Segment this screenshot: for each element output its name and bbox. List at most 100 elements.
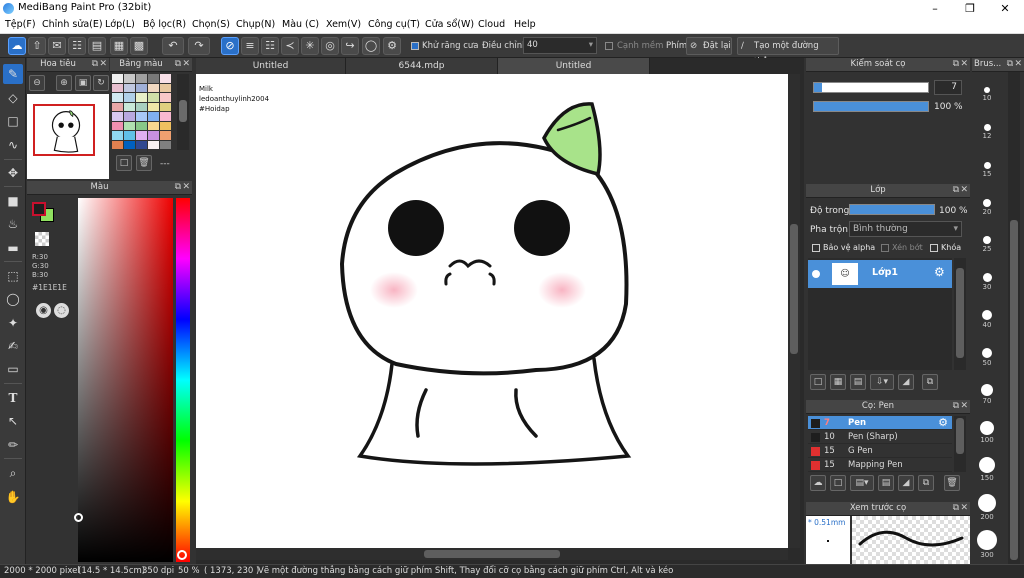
snap-parallel-icon[interactable]: ≡ (241, 37, 259, 55)
hue-slider[interactable] (176, 198, 190, 562)
snap-cross-icon[interactable]: ☷ (261, 37, 279, 55)
text-tool-icon[interactable]: T (3, 388, 23, 408)
color-swatch[interactable] (112, 121, 123, 130)
brush-size-slider[interactable] (813, 82, 929, 93)
brush-size-option[interactable]: 20 (973, 189, 1001, 216)
snap-radial-icon[interactable]: ✳ (301, 37, 319, 55)
page-icon[interactable]: ▤ (88, 37, 106, 55)
menu-layer[interactable]: Lớp(L) (105, 19, 135, 30)
folder-icon[interactable]: ◢ (898, 374, 914, 390)
close-button[interactable]: ✕ (988, 0, 1022, 17)
minimize-button[interactable]: – (918, 0, 952, 17)
color-swatch[interactable] (148, 112, 159, 121)
color-swatch[interactable] (160, 112, 171, 121)
menu-filter[interactable]: Bộ lọc(R) (143, 19, 186, 30)
select-pen-tool-icon[interactable]: ✍ (3, 336, 23, 356)
lock-checkbox[interactable] (930, 244, 938, 252)
brush-size-option[interactable]: 50 (973, 339, 1001, 367)
redo-icon[interactable]: ↷ (188, 37, 210, 55)
gear-icon[interactable]: ⚙ (934, 265, 945, 279)
color-swatch[interactable] (148, 140, 159, 149)
menu-window[interactable]: Cửa sổ(W) (425, 19, 474, 30)
color-swatch[interactable] (160, 121, 171, 130)
fit-icon[interactable]: ▣ (75, 75, 91, 91)
undo-icon[interactable]: ↶ (162, 37, 184, 55)
close-icon[interactable]: ✕ (960, 502, 968, 515)
brush-size-option[interactable]: 300 (973, 526, 1001, 559)
canvas-vertical-scrollbar[interactable] (788, 74, 800, 548)
undock-icon[interactable]: ⧉ (953, 400, 959, 413)
tab-untitled-2[interactable]: Untitled (498, 58, 650, 74)
color-swatch[interactable] (136, 74, 147, 83)
navigator-thumbnail[interactable] (27, 94, 109, 179)
eyedropper-tool-icon[interactable]: ⌕ (3, 463, 23, 483)
brush-item[interactable]: 15 G Pen (808, 444, 952, 458)
color-swatch[interactable] (136, 112, 147, 121)
snap-settings-icon[interactable]: ⚙ (383, 37, 401, 55)
brush-size-option[interactable]: 25 (973, 226, 1001, 253)
size-scrollbar[interactable] (1008, 72, 1020, 564)
undock-icon[interactable]: ⧉ (92, 58, 98, 71)
color-swatch[interactable] (136, 102, 147, 111)
brush-size-option[interactable]: 40 (973, 301, 1001, 329)
brush-size-input[interactable]: 7 (934, 80, 962, 95)
scroll-thumb[interactable] (1010, 220, 1018, 560)
new-8bit-layer-icon[interactable]: ▤ (850, 374, 866, 390)
undock-icon[interactable]: ⧉ (175, 181, 181, 194)
undock-icon[interactable]: ⧉ (953, 184, 959, 197)
duplicate-layer-icon[interactable]: ⧉ (922, 374, 938, 390)
color-swatch[interactable] (112, 131, 123, 140)
blend-mode-select[interactable]: Bình thường ▾ (849, 221, 962, 237)
color-swatch[interactable] (136, 83, 147, 92)
color-swatch[interactable] (148, 131, 159, 140)
close-icon[interactable]: ✕ (99, 58, 107, 71)
brush-size-option[interactable]: 150 (973, 451, 1001, 482)
scroll-thumb[interactable] (424, 550, 560, 558)
hand-tool-icon[interactable]: ✋ (3, 487, 23, 507)
snap-vanish-icon[interactable]: ≺ (281, 37, 299, 55)
brush-list-scrollbar[interactable] (954, 416, 966, 472)
color-swatch[interactable] (160, 102, 171, 111)
brush-item[interactable]: 15 Mapping Pen (808, 458, 952, 472)
gear-icon[interactable]: ⚙ (938, 416, 948, 430)
scroll-thumb[interactable] (956, 418, 964, 454)
brush-size-option[interactable]: 70 (973, 376, 1001, 405)
grid-icon[interactable]: ▩ (130, 37, 148, 55)
close-icon[interactable]: ✕ (182, 181, 190, 194)
saturation-value-field[interactable] (74, 198, 173, 562)
share-icon[interactable]: ⇧ (28, 37, 46, 55)
menu-capture[interactable]: Chụp(N) (236, 19, 275, 30)
brush-item[interactable]: 10 Pen (Sharp) (808, 430, 952, 444)
color-swatch[interactable] (112, 93, 123, 102)
scroll-thumb[interactable] (790, 224, 798, 354)
color-swatch[interactable] (148, 93, 159, 102)
pages-icon[interactable]: ▦ (110, 37, 128, 55)
color-swatch[interactable] (124, 102, 135, 111)
brush-size-option[interactable]: 12 (973, 114, 1001, 140)
canvas-horizontal-scrollbar[interactable] (196, 548, 788, 560)
menu-edit[interactable]: Chỉnh sửa(E) (42, 19, 103, 30)
color-swatch[interactable] (148, 83, 159, 92)
folder-icon[interactable]: ◢ (898, 475, 914, 491)
eraser-tool-icon[interactable]: ◇ (3, 88, 23, 108)
reset-button[interactable]: ⊘ Đặt lại (686, 37, 732, 55)
divide-tool-icon[interactable]: ✏ (3, 435, 23, 455)
brush-item[interactable]: 7 Pen ⚙ (808, 416, 952, 430)
color-swatch[interactable] (148, 102, 159, 111)
color-swatch[interactable] (136, 121, 147, 130)
add-brush-menu-icon[interactable]: ▤▾ (850, 475, 874, 491)
menu-cloud[interactable]: Cloud (478, 19, 505, 30)
lasso-tool-icon[interactable]: ◯ (3, 289, 23, 309)
new-halftone-layer-icon[interactable]: ▦ (830, 374, 846, 390)
new-swatch-icon[interactable]: □ (116, 155, 132, 171)
select-rect-tool-icon[interactable]: ⬚ (3, 266, 23, 286)
operation-tool-icon[interactable]: ↖ (3, 411, 23, 431)
protect-alpha-checkbox[interactable] (812, 244, 820, 252)
close-icon[interactable]: ✕ (960, 400, 968, 413)
brush-settings-icon[interactable]: ▤ (878, 475, 894, 491)
color-swatch[interactable] (124, 140, 135, 149)
message-icon[interactable]: ☷ (68, 37, 86, 55)
cloud-brush-icon[interactable]: ☁ (810, 475, 826, 491)
hue-handle[interactable] (177, 550, 187, 560)
layer-row[interactable]: ☺ Lớp1 ⚙ (808, 260, 952, 288)
